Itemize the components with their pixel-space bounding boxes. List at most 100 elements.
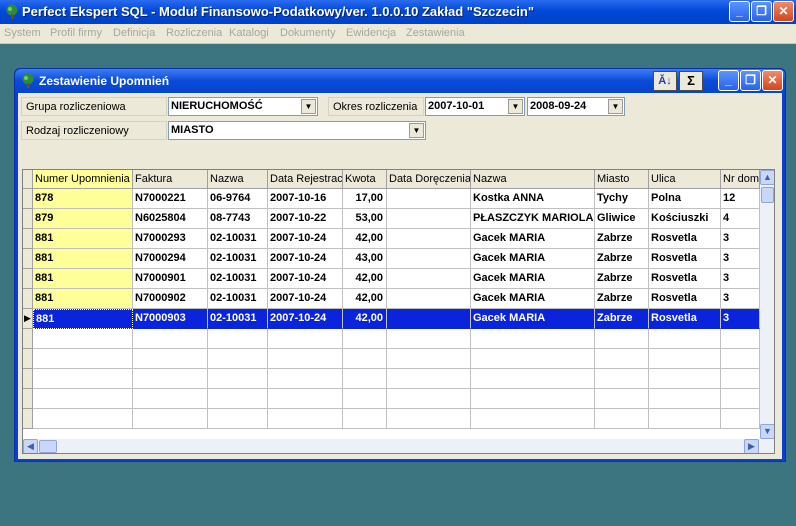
table-cell[interactable]: 878	[33, 189, 133, 209]
table-cell[interactable]	[387, 269, 471, 289]
table-cell[interactable]: 2007-10-16	[268, 189, 343, 209]
table-cell[interactable]	[721, 369, 760, 389]
row-indicator[interactable]	[23, 209, 33, 229]
column-header[interactable]: Data Rejestrac	[268, 170, 343, 189]
table-cell[interactable]: 06-9764	[208, 189, 268, 209]
table-cell[interactable]	[649, 329, 721, 349]
table-cell[interactable]	[33, 329, 133, 349]
table-cell[interactable]: PŁASZCZYK MARIOLA	[471, 209, 595, 229]
column-header[interactable]: Faktura	[133, 170, 208, 189]
table-cell[interactable]	[595, 329, 649, 349]
table-cell[interactable]: 42,00	[343, 289, 387, 309]
table-cell[interactable]	[343, 329, 387, 349]
table-cell[interactable]	[208, 369, 268, 389]
row-indicator[interactable]	[23, 329, 33, 349]
column-header[interactable]: Ulica	[649, 170, 721, 189]
table-cell[interactable]	[595, 349, 649, 369]
table-cell[interactable]: N7000901	[133, 269, 208, 289]
table-cell[interactable]	[471, 329, 595, 349]
row-indicator[interactable]	[23, 369, 33, 389]
menu-rozliczenia[interactable]: Rozliczenia	[166, 27, 222, 39]
row-indicator[interactable]	[23, 349, 33, 369]
table-cell[interactable]	[268, 349, 343, 369]
table-cell[interactable]: Kościuszki	[649, 209, 721, 229]
table-cell[interactable]: 881	[33, 309, 133, 329]
rodzaj-select[interactable]: MIASTO ▼	[168, 121, 426, 140]
menu-zestawienia[interactable]: Zestawienia	[406, 27, 465, 39]
menu-definicja[interactable]: Definicja	[113, 27, 155, 39]
table-cell[interactable]: 02-10031	[208, 229, 268, 249]
table-cell[interactable]: 881	[33, 249, 133, 269]
table-cell[interactable]	[387, 409, 471, 429]
table-cell[interactable]: 2007-10-24	[268, 249, 343, 269]
table-cell[interactable]	[208, 389, 268, 409]
table-cell[interactable]	[649, 389, 721, 409]
row-indicator[interactable]	[23, 409, 33, 429]
table-cell[interactable]	[208, 409, 268, 429]
table-cell[interactable]: Zabrze	[595, 229, 649, 249]
table-cell[interactable]	[721, 349, 760, 369]
date-from-select[interactable]: 2007-10-01 ▼	[425, 97, 525, 116]
table-cell[interactable]: Gacek MARIA	[471, 289, 595, 309]
table-cell[interactable]	[133, 329, 208, 349]
table-cell[interactable]	[343, 389, 387, 409]
table-cell[interactable]	[387, 329, 471, 349]
table-cell[interactable]: 2007-10-22	[268, 209, 343, 229]
row-indicator[interactable]	[23, 249, 33, 269]
scroll-thumb[interactable]	[761, 187, 774, 203]
table-cell[interactable]	[721, 389, 760, 409]
chevron-down-icon[interactable]: ▼	[409, 123, 424, 138]
table-cell[interactable]: 17,00	[343, 189, 387, 209]
table-cell[interactable]: 3	[721, 309, 760, 329]
table-cell[interactable]: Zabrze	[595, 289, 649, 309]
table-cell[interactable]: 42,00	[343, 229, 387, 249]
chevron-down-icon[interactable]: ▼	[301, 99, 316, 114]
table-cell[interactable]	[387, 369, 471, 389]
table-cell[interactable]	[595, 389, 649, 409]
menu-profil-firmy[interactable]: Profil firmy	[50, 27, 102, 39]
table-cell[interactable]: Gacek MARIA	[471, 229, 595, 249]
table-cell[interactable]	[268, 389, 343, 409]
date-to-select[interactable]: 2008-09-24 ▼	[527, 97, 625, 116]
child-maximize-button[interactable]: ❐	[740, 70, 761, 91]
chevron-down-icon[interactable]: ▼	[508, 99, 523, 114]
table-cell[interactable]	[387, 349, 471, 369]
table-cell[interactable]	[133, 349, 208, 369]
row-indicator[interactable]	[23, 289, 33, 309]
table-cell[interactable]: Rosvetla	[649, 309, 721, 329]
scroll-down-icon[interactable]: ▼	[760, 424, 774, 439]
column-header[interactable]: Kwota	[343, 170, 387, 189]
table-cell[interactable]: 08-7743	[208, 209, 268, 229]
scroll-right-icon[interactable]: ▶	[744, 439, 759, 453]
table-cell[interactable]	[268, 329, 343, 349]
table-cell[interactable]	[343, 349, 387, 369]
table-cell[interactable]: 12	[721, 189, 760, 209]
table-cell[interactable]: N7000221	[133, 189, 208, 209]
table-cell[interactable]	[343, 369, 387, 389]
table-cell[interactable]: Rosvetla	[649, 289, 721, 309]
row-indicator[interactable]	[23, 229, 33, 249]
row-indicator[interactable]: ▶	[23, 309, 33, 329]
chevron-down-icon[interactable]: ▼	[608, 99, 623, 114]
table-cell[interactable]: Zabrze	[595, 269, 649, 289]
maximize-button[interactable]: ❐	[751, 1, 772, 22]
row-indicator[interactable]	[23, 189, 33, 209]
row-indicator[interactable]	[23, 389, 33, 409]
table-cell[interactable]: 2007-10-24	[268, 229, 343, 249]
menu-dokumenty[interactable]: Dokumenty	[280, 27, 336, 39]
table-cell[interactable]	[649, 409, 721, 429]
table-cell[interactable]	[33, 389, 133, 409]
table-cell[interactable]	[649, 369, 721, 389]
table-cell[interactable]: 879	[33, 209, 133, 229]
table-cell[interactable]	[343, 409, 387, 429]
vertical-scrollbar[interactable]: ▲ ▼	[760, 170, 774, 439]
upomnienia-grid[interactable]: Numer Upomnienia Faktura Nazwa Data Reje…	[22, 169, 775, 454]
table-cell[interactable]	[208, 329, 268, 349]
table-cell[interactable]	[33, 369, 133, 389]
table-cell[interactable]: 3	[721, 249, 760, 269]
table-cell[interactable]	[133, 369, 208, 389]
table-cell[interactable]: 881	[33, 229, 133, 249]
table-cell[interactable]: 43,00	[343, 249, 387, 269]
table-cell[interactable]	[33, 409, 133, 429]
table-cell[interactable]: 02-10031	[208, 289, 268, 309]
